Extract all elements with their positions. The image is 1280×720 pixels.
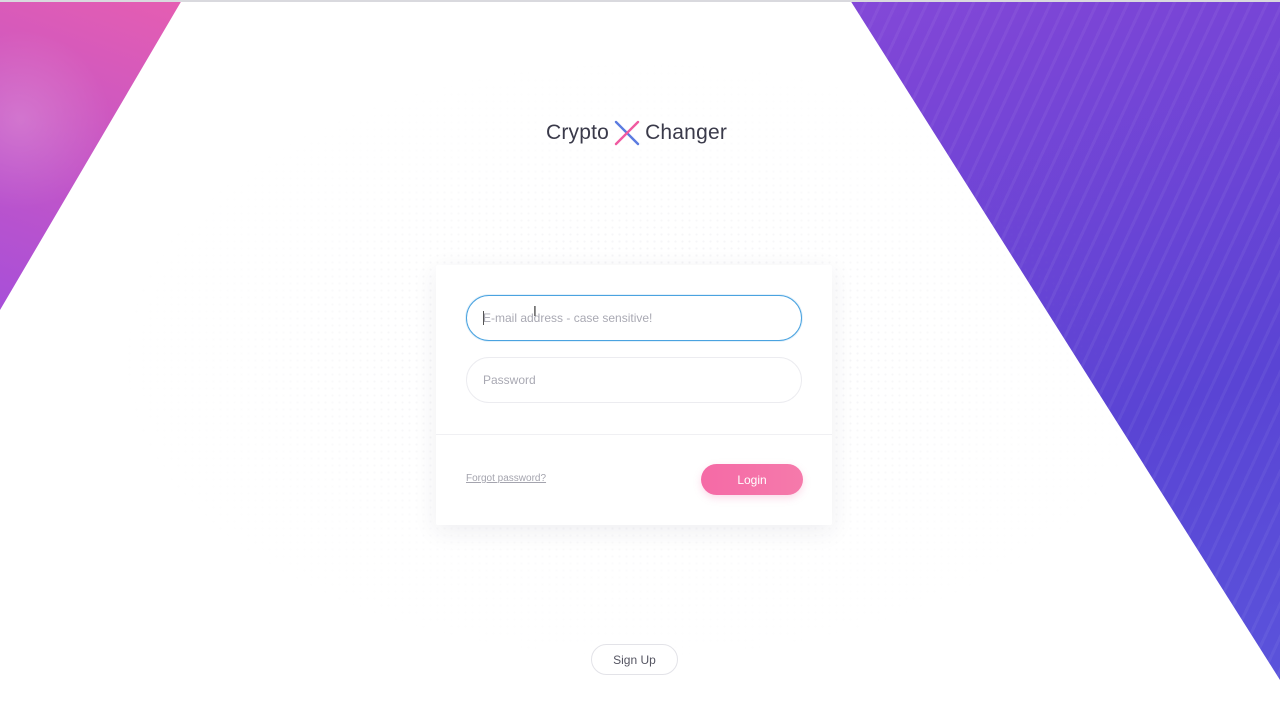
brand-word-left: Crypto	[546, 121, 610, 144]
login-page: Crypto Changer I Forgot password? Login …	[0, 0, 1280, 720]
email-input[interactable]	[466, 295, 802, 341]
card-divider	[436, 434, 832, 435]
password-input[interactable]	[466, 357, 802, 403]
login-card: I Forgot password? Login	[436, 265, 832, 525]
login-button[interactable]: Login	[701, 464, 803, 495]
brand-word-right: Changer	[645, 121, 728, 144]
sign-up-button[interactable]: Sign Up	[591, 644, 678, 675]
mouse-ibeam-cursor-icon: I	[533, 305, 537, 320]
brand-logo: Crypto Changer	[546, 116, 727, 150]
text-caret	[483, 311, 484, 325]
top-border	[0, 0, 1280, 2]
crossed-x-logo-icon	[614, 120, 640, 146]
forgot-password-link[interactable]: Forgot password?	[466, 473, 546, 484]
